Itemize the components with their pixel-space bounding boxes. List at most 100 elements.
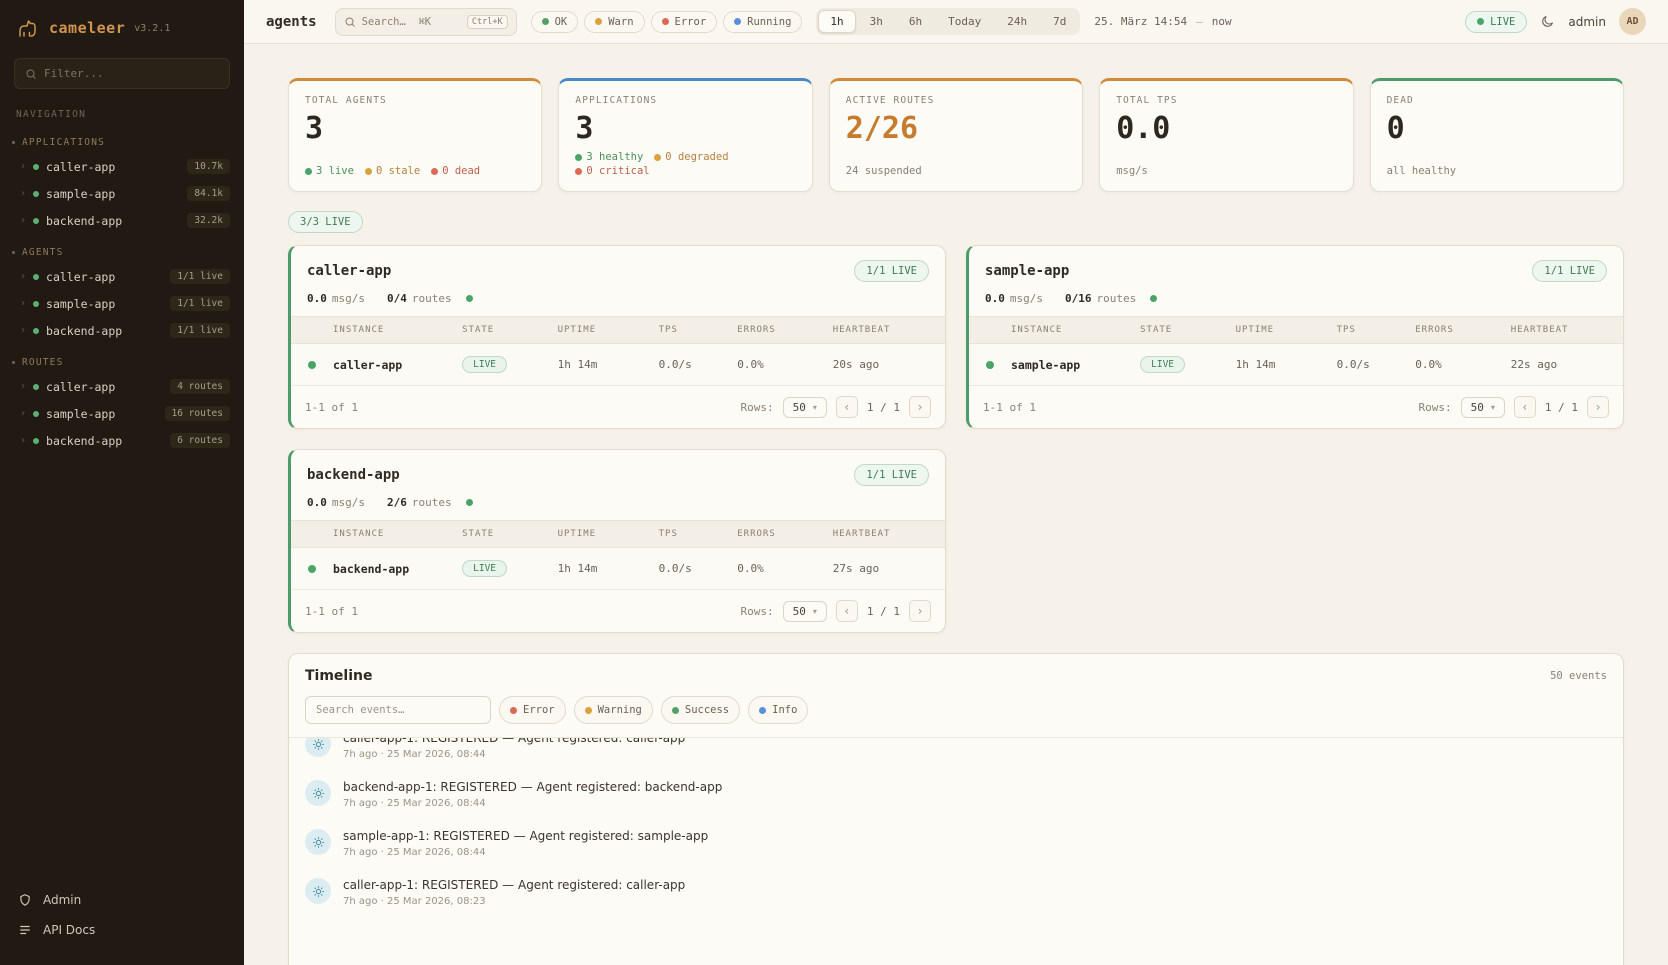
- app-live-badge: 1/1 LIVE: [854, 464, 929, 486]
- main-area: agents Ctrl+K OK Warn Error Ru: [244, 0, 1668, 965]
- count-badge: 16 routes: [165, 406, 230, 421]
- status-dot: [33, 438, 39, 444]
- stat-card-dead: DEAD 0 all healthy: [1370, 78, 1624, 192]
- timeline-event: caller-app-1: REGISTERED — Agent registe…: [305, 868, 1607, 917]
- rows-label: Rows:: [740, 605, 773, 618]
- sidebar-item-agents-caller-app[interactable]: › caller-app 1/1 live: [0, 263, 244, 290]
- stat-detail: 3 healthy: [575, 151, 643, 163]
- sidebar-item-agents-sample-app[interactable]: › sample-app 1/1 live: [0, 290, 244, 317]
- stat-label: ACTIVE ROUTES: [846, 95, 1066, 106]
- dark-mode-toggle[interactable]: [1540, 14, 1555, 29]
- status-dot: [33, 164, 39, 170]
- sidebar-section-applications[interactable]: APPLICATIONS: [0, 124, 244, 153]
- timeline-event-list[interactable]: caller-app-1: REGISTERED — Agent registe…: [289, 738, 1623, 965]
- filter-chip-running[interactable]: Running: [723, 11, 802, 33]
- sidebar-filter-input[interactable]: [44, 67, 219, 80]
- date-range-separator: —: [1196, 15, 1203, 28]
- count-badge: 1/1 live: [170, 323, 230, 338]
- timeline-chip-error[interactable]: Error: [499, 696, 566, 724]
- sidebar-item-admin[interactable]: Admin: [0, 885, 244, 915]
- count-badge: 6 routes: [170, 433, 230, 448]
- sidebar: cameleer v3.2.1 NAVIGATION APPLICATIONS …: [0, 0, 244, 965]
- app-card-title: backend-app: [307, 467, 400, 483]
- next-page-button[interactable]: ›: [909, 396, 931, 418]
- sidebar-item-routes-sample-app[interactable]: › sample-app 16 routes: [0, 400, 244, 427]
- filter-chip-warn[interactable]: Warn: [584, 11, 644, 33]
- time-range-24h[interactable]: 24h: [995, 10, 1039, 33]
- gear-icon: [305, 738, 331, 757]
- count-badge: 4 routes: [170, 379, 230, 394]
- time-range-7d[interactable]: 7d: [1041, 10, 1078, 33]
- timeline-event: backend-app-1: REGISTERED — Agent regist…: [305, 770, 1607, 819]
- user-name: admin: [1568, 15, 1606, 29]
- table-row[interactable]: sample-app LIVE 1h 14m 0.0/s 0.0% 22s ag…: [969, 344, 1623, 386]
- stat-value: 0.0: [1116, 114, 1336, 144]
- sidebar-item-api-docs[interactable]: API Docs: [0, 915, 244, 945]
- sidebar-item-applications-backend-app[interactable]: › backend-app 32.2k: [0, 207, 244, 234]
- row-range: 1-1 of 1: [305, 401, 358, 414]
- event-text: backend-app-1: REGISTERED — Agent regist…: [343, 780, 722, 794]
- live-toggle[interactable]: LIVE: [1465, 11, 1527, 33]
- app-card-stats: 0.0msg/s 0/4routes: [291, 290, 945, 316]
- health-dot-icon: [466, 295, 473, 302]
- date-range[interactable]: 25. März 14:54 — now: [1094, 15, 1231, 28]
- sidebar-filter[interactable]: [14, 58, 230, 89]
- sidebar-item-agents-backend-app[interactable]: › backend-app 1/1 live: [0, 317, 244, 344]
- count-badge: 84.1k: [187, 186, 230, 201]
- time-range-today[interactable]: Today: [936, 10, 993, 33]
- user-avatar[interactable]: AD: [1619, 8, 1646, 35]
- rows-label: Rows:: [740, 401, 773, 414]
- sidebar-item-applications-sample-app[interactable]: › sample-app 84.1k: [0, 180, 244, 207]
- rows-per-page-select[interactable]: 50 ▾: [783, 397, 827, 418]
- stat-label: TOTAL TPS: [1116, 95, 1336, 106]
- search-icon: [25, 68, 37, 80]
- timeline-search-input[interactable]: [305, 696, 491, 724]
- rows-per-page-select[interactable]: 50 ▾: [783, 601, 827, 622]
- timeline-chip-warning[interactable]: Warning: [574, 696, 653, 724]
- prev-page-button[interactable]: ‹: [836, 396, 858, 418]
- status-dot: [33, 384, 39, 390]
- timeline-event: sample-app-1: REGISTERED — Agent registe…: [305, 819, 1607, 868]
- stat-label: TOTAL AGENTS: [305, 95, 525, 106]
- stat-sub: all healthy: [1387, 165, 1607, 177]
- app-card-stats: 0.0msg/s 0/16routes: [969, 290, 1623, 316]
- time-range-6h[interactable]: 6h: [897, 10, 934, 33]
- time-range-3h[interactable]: 3h: [858, 10, 895, 33]
- stats-row: TOTAL AGENTS 3 3 live 0 stale 0 dead APP…: [288, 78, 1624, 192]
- count-badge: 1/1 live: [170, 269, 230, 284]
- sidebar-item-routes-caller-app[interactable]: › caller-app 4 routes: [0, 373, 244, 400]
- sidebar-item-routes-backend-app[interactable]: › backend-app 6 routes: [0, 427, 244, 454]
- sidebar-item-applications-caller-app[interactable]: › caller-app 10.7k: [0, 153, 244, 180]
- timeline-chip-info[interactable]: Info: [748, 696, 808, 724]
- time-range-group: 1h 3h 6h Today 24h 7d: [816, 8, 1080, 35]
- table-row[interactable]: caller-app LIVE 1h 14m 0.0/s 0.0% 20s ag…: [291, 344, 945, 386]
- table-row[interactable]: backend-app LIVE 1h 14m 0.0/s 0.0% 27s a…: [291, 548, 945, 590]
- sidebar-section-routes[interactable]: ROUTES: [0, 344, 244, 373]
- app-card-sample-app: sample-app 1/1 LIVE 0.0msg/s 0/16routes …: [966, 245, 1624, 429]
- search-box[interactable]: Ctrl+K: [335, 8, 517, 36]
- stat-value: 3: [305, 114, 525, 144]
- timeline-chip-success[interactable]: Success: [661, 696, 740, 724]
- filter-chip-ok[interactable]: OK: [531, 11, 579, 33]
- next-page-button[interactable]: ›: [1587, 396, 1609, 418]
- next-page-button[interactable]: ›: [909, 600, 931, 622]
- app-name: cameleer: [49, 19, 125, 37]
- row-range: 1-1 of 1: [305, 605, 358, 618]
- sidebar-section-agents[interactable]: AGENTS: [0, 234, 244, 263]
- prev-page-button[interactable]: ‹: [1514, 396, 1536, 418]
- stale-dot-icon: [365, 168, 372, 175]
- prev-page-button[interactable]: ‹: [836, 600, 858, 622]
- rows-per-page-select[interactable]: 50 ▾: [1461, 397, 1505, 418]
- timeline-card: Timeline 50 events Error Warning Success: [288, 653, 1624, 965]
- ok-dot-icon: [542, 18, 549, 25]
- section-marker-icon: [12, 251, 15, 254]
- page-indicator: 1 / 1: [867, 605, 900, 618]
- stat-value: 3: [575, 114, 795, 144]
- time-range-1h[interactable]: 1h: [818, 10, 855, 33]
- stat-card-total-tps: TOTAL TPS 0.0 msg/s: [1099, 78, 1353, 192]
- dead-dot-icon: [431, 168, 438, 175]
- status-dot: [986, 361, 994, 369]
- filter-chip-error[interactable]: Error: [651, 11, 718, 33]
- search-input[interactable]: [362, 16, 461, 28]
- health-dot-icon: [1150, 295, 1157, 302]
